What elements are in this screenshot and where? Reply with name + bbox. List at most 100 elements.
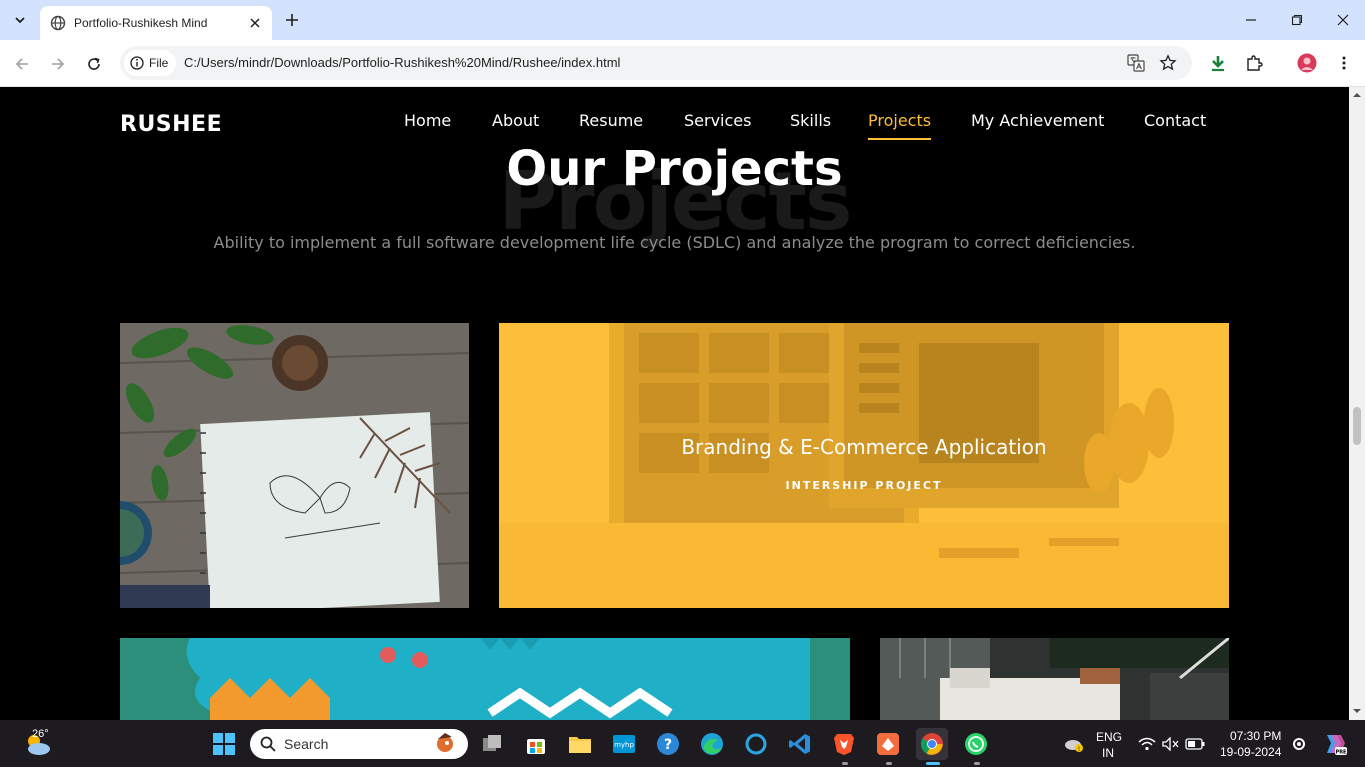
cortana-icon xyxy=(745,733,767,755)
star-icon xyxy=(1159,54,1177,71)
app-icon xyxy=(877,733,899,755)
site-info-chip[interactable]: File xyxy=(124,50,177,76)
close-icon xyxy=(250,18,260,28)
scroll-up-icon[interactable] xyxy=(1352,90,1362,100)
tab-title: Portfolio-Rushikesh Mind xyxy=(74,16,208,30)
scroll-thumb[interactable] xyxy=(1353,407,1361,445)
section-heading: Our Projects xyxy=(506,141,843,197)
volume-muted-icon xyxy=(1162,737,1179,751)
extensions-button[interactable] xyxy=(1243,52,1265,74)
arrow-left-icon xyxy=(15,58,28,70)
teal-crocodile-paper-art xyxy=(120,638,850,720)
taskbar-search-box[interactable]: Search xyxy=(250,729,468,759)
search-icon xyxy=(260,736,276,752)
project-card-2[interactable]: Branding & E-Commerce Application INTERS… xyxy=(499,323,1229,608)
whatsapp-button[interactable] xyxy=(960,728,992,760)
plus-icon xyxy=(286,14,298,26)
cortana-button[interactable] xyxy=(740,728,772,760)
notification-settings-icon xyxy=(1293,738,1305,750)
project-card-1[interactable] xyxy=(120,323,469,608)
nav-item-skills[interactable]: Skills xyxy=(790,111,831,130)
more-vertical-icon xyxy=(1342,56,1346,70)
clock-date[interactable]: 19-09-2024 xyxy=(1220,745,1281,759)
window-close-button[interactable] xyxy=(1320,0,1365,40)
wifi-button[interactable] xyxy=(1134,728,1160,760)
nav-item-my-achievement[interactable]: My Achievement xyxy=(971,111,1104,130)
task-view-button[interactable] xyxy=(476,728,508,760)
site-logo[interactable]: RUSHEE xyxy=(120,112,222,137)
edge-icon xyxy=(701,733,723,755)
weather-temperature: 26° xyxy=(32,728,49,740)
search-placeholder: Search xyxy=(284,736,329,752)
running-indicator xyxy=(974,762,980,765)
input-region[interactable]: IN xyxy=(1102,746,1114,760)
restore-icon xyxy=(1291,14,1303,26)
vscode-icon xyxy=(789,734,810,754)
onedrive-status-button[interactable]: ! xyxy=(1058,728,1090,760)
app-button-orange[interactable] xyxy=(872,728,904,760)
folder-icon xyxy=(569,737,591,753)
project-title: Branding & E-Commerce Application xyxy=(681,435,1047,459)
translate-button[interactable] xyxy=(1126,53,1146,73)
cloud-warning-icon: ! xyxy=(1065,740,1083,753)
close-icon xyxy=(1337,14,1349,26)
chevron-down-icon xyxy=(15,17,25,24)
project-card-3[interactable] xyxy=(120,638,850,720)
minimize-button[interactable] xyxy=(1228,0,1274,40)
active-indicator xyxy=(926,762,940,765)
nav-item-resume[interactable]: Resume xyxy=(579,111,643,130)
restore-button[interactable] xyxy=(1274,0,1320,40)
nav-item-home[interactable]: Home xyxy=(404,111,451,130)
file-explorer-button[interactable] xyxy=(564,728,596,760)
avatar-icon xyxy=(1297,53,1317,73)
input-language[interactable]: ENG xyxy=(1096,730,1122,744)
forward-button[interactable] xyxy=(44,50,72,78)
running-indicator xyxy=(842,762,848,765)
sketchbook-butterfly-photo xyxy=(120,323,469,608)
battery-button[interactable] xyxy=(1182,728,1208,760)
start-button[interactable] xyxy=(208,728,240,760)
nav-item-projects[interactable]: Projects xyxy=(868,111,931,130)
brave-button[interactable] xyxy=(828,728,860,760)
scroll-down-icon[interactable] xyxy=(1352,706,1362,716)
info-icon xyxy=(130,56,144,70)
nav-item-about[interactable]: About xyxy=(492,111,539,130)
chrome-menu-button[interactable] xyxy=(1333,52,1355,74)
nav-item-services[interactable]: Services xyxy=(684,111,751,130)
project-card-4[interactable] xyxy=(880,638,1229,720)
page-scrollbar[interactable] xyxy=(1349,87,1365,720)
store-icon xyxy=(527,739,545,754)
project-subtitle: INTERSHIP PROJECT xyxy=(785,479,943,492)
svg-text:?: ? xyxy=(664,737,672,753)
copilot-button[interactable]: PRE xyxy=(1318,728,1350,760)
microsoft-store-button[interactable] xyxy=(520,728,552,760)
reload-button[interactable] xyxy=(80,50,108,78)
site-info-label: File xyxy=(149,56,169,70)
globe-icon xyxy=(50,15,66,31)
tab-close-button[interactable] xyxy=(246,14,264,32)
volume-button[interactable] xyxy=(1158,728,1184,760)
browser-tab[interactable]: Portfolio-Rushikesh Mind xyxy=(40,6,272,40)
reload-icon xyxy=(88,57,100,70)
copilot-icon: PRE xyxy=(1327,735,1347,756)
profile-avatar[interactable] xyxy=(1296,52,1318,74)
clock-time[interactable]: 07:30 PM xyxy=(1230,729,1281,743)
bookmark-button[interactable] xyxy=(1158,53,1178,73)
chrome-button[interactable] xyxy=(916,728,948,760)
tab-search-button[interactable] xyxy=(8,8,32,32)
edge-button[interactable] xyxy=(696,728,728,760)
new-tab-button[interactable] xyxy=(282,10,302,30)
help-icon: ? xyxy=(657,733,679,755)
address-bar[interactable]: File C:/Users/mindr/Downloads/Portfolio-… xyxy=(120,46,1192,80)
myhp-button[interactable]: myhp xyxy=(608,728,640,760)
help-button[interactable]: ? xyxy=(652,728,684,760)
url-text[interactable]: C:/Users/mindr/Downloads/Portfolio-Rushi… xyxy=(184,55,620,70)
back-button[interactable] xyxy=(8,50,36,78)
wifi-icon xyxy=(1138,737,1156,751)
notifications-button[interactable] xyxy=(1286,728,1312,760)
section-subtitle: Ability to implement a full software dev… xyxy=(213,233,1136,252)
desk-monitors-photo xyxy=(499,323,1229,608)
nav-item-contact[interactable]: Contact xyxy=(1144,111,1206,130)
download-button[interactable] xyxy=(1207,52,1229,74)
vscode-button[interactable] xyxy=(784,728,816,760)
